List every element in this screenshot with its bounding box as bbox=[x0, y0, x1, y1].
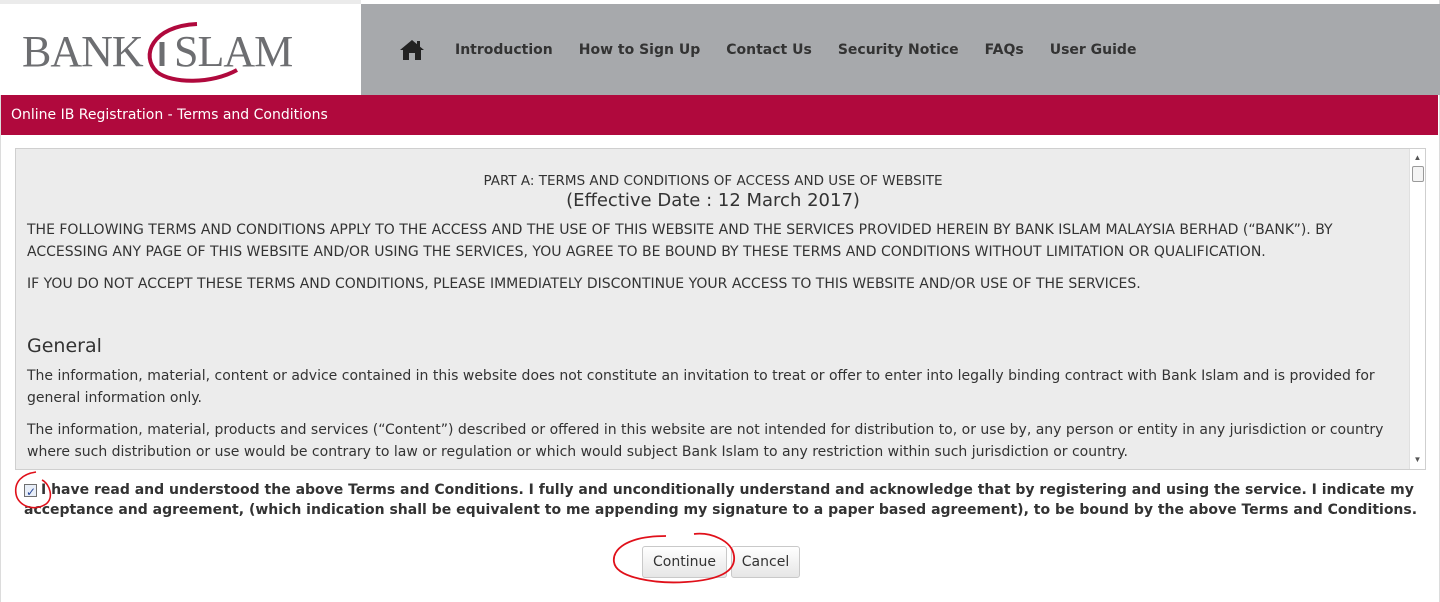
scroll-down-arrow-icon[interactable]: ▼ bbox=[1410, 453, 1425, 467]
nav-user-guide[interactable]: User Guide bbox=[1050, 42, 1137, 58]
terms-scrollbar[interactable]: ▲ ▼ bbox=[1409, 149, 1425, 469]
svg-text:BANK: BANK bbox=[22, 27, 144, 76]
agree-checkbox[interactable]: ✓ bbox=[24, 484, 37, 499]
nav-security-notice[interactable]: Security Notice bbox=[838, 42, 959, 58]
terms-intro-paragraph: IF YOU DO NOT ACCEPT THESE TERMS AND CON… bbox=[27, 276, 1141, 292]
nav-introduction[interactable]: Introduction bbox=[455, 42, 553, 58]
terms-effective-date: (Effective Date : 12 March 2017) bbox=[566, 190, 860, 211]
nav-how-to-sign-up[interactable]: How to Sign Up bbox=[579, 42, 700, 58]
agreement-text: I have read and understood the above Ter… bbox=[24, 482, 1418, 518]
agreement-row: ✓ I have read and understood the above T… bbox=[24, 480, 1424, 520]
terms-general-paragraph: The information, material, content or ad… bbox=[27, 368, 1375, 406]
svg-text:SLAM: SLAM bbox=[174, 27, 292, 76]
bank-islam-logo-graphic: BANK SLAM bbox=[22, 22, 293, 83]
terms-heading: PART A: TERMS AND CONDITIONS OF ACCESS A… bbox=[483, 173, 943, 189]
terms-general-paragraph: The information, material, products and … bbox=[27, 422, 1384, 460]
checkmark-icon: ✓ bbox=[26, 485, 37, 499]
page-title: Online IB Registration - Terms and Condi… bbox=[11, 107, 328, 123]
nav-faqs[interactable]: FAQs bbox=[985, 42, 1024, 58]
top-navigation: Introduction How to Sign Up Contact Us S… bbox=[361, 4, 1440, 95]
terms-section-heading: General bbox=[27, 335, 102, 357]
logo-area: BANK SLAM bbox=[0, 0, 361, 95]
cancel-button[interactable]: Cancel bbox=[731, 546, 800, 578]
scroll-up-arrow-icon[interactable]: ▲ bbox=[1410, 151, 1425, 165]
terms-scroll-box[interactable]: PART A: TERMS AND CONDITIONS OF ACCESS A… bbox=[15, 148, 1426, 470]
site-header: BANK SLAM Introduction How to Sign Up Co… bbox=[0, 0, 1440, 95]
scroll-thumb[interactable] bbox=[1412, 166, 1424, 182]
continue-button[interactable]: Continue bbox=[642, 546, 727, 578]
bank-islam-logo[interactable]: BANK SLAM bbox=[22, 18, 302, 88]
terms-intro-paragraph: THE FOLLOWING TERMS AND CONDITIONS APPLY… bbox=[27, 222, 1333, 260]
home-icon[interactable] bbox=[399, 39, 425, 61]
page-title-bar: Online IB Registration - Terms and Condi… bbox=[1, 95, 1438, 135]
terms-content: PART A: TERMS AND CONDITIONS OF ACCESS A… bbox=[16, 149, 1410, 469]
nav-contact-us[interactable]: Contact Us bbox=[726, 42, 812, 58]
